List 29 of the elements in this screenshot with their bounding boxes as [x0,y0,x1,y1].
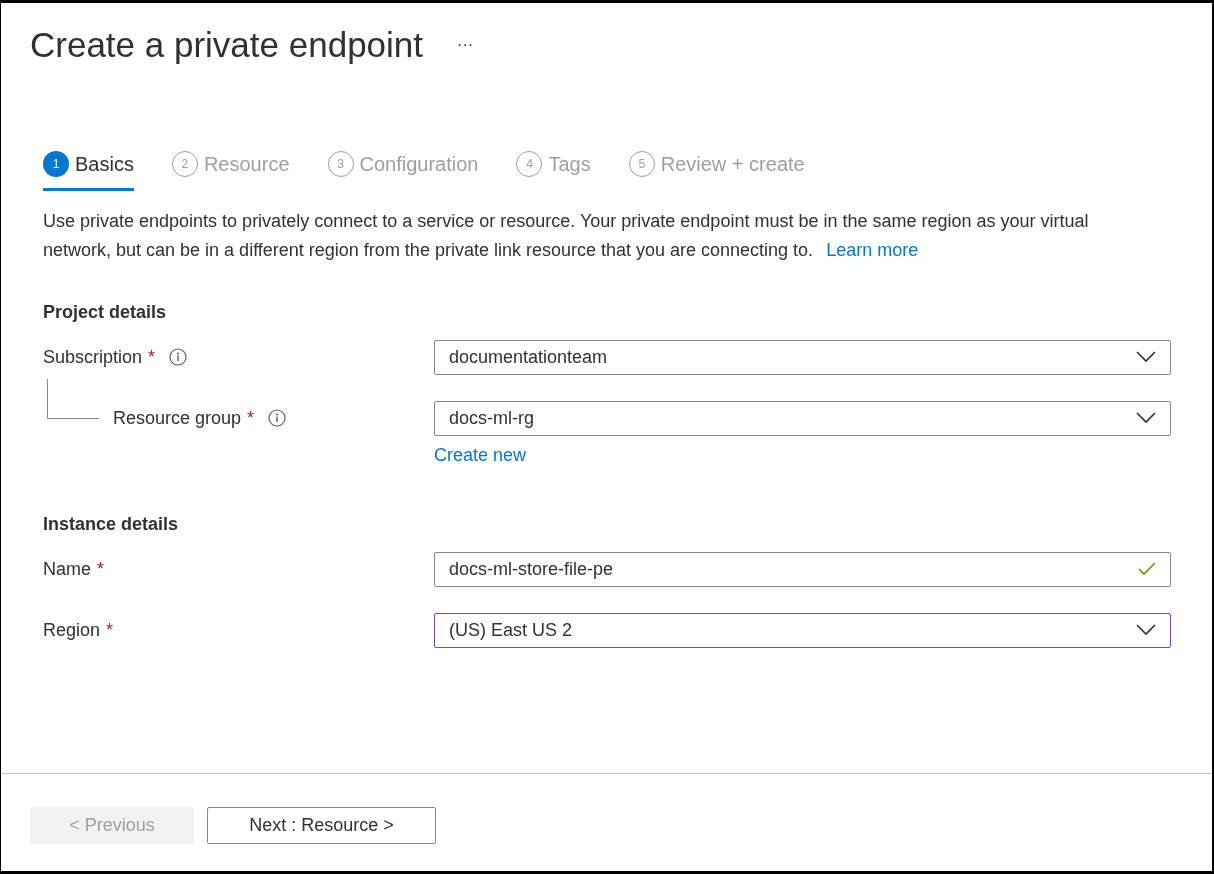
required-asterisk: * [97,557,105,581]
info-icon [169,348,188,366]
wizard-tab[interactable]: 1 Basics [43,148,134,191]
dropdown-field[interactable]: (US) East US 2 [434,612,1171,648]
chevron-down-icon [1136,351,1156,363]
field-label: Resource group [113,406,242,430]
dropdown-field[interactable]: docs-ml-rg [434,400,1171,436]
more-menu-button[interactable]: ··· [457,33,474,58]
create-new-link[interactable]: Create new [434,441,1171,469]
checkmark-icon [1138,562,1156,576]
section-heading: Project details [43,300,168,324]
dropdown-field[interactable]: documentationteam [434,339,1171,375]
chevron-down-icon [1136,412,1156,424]
tree-connector [47,378,99,419]
next-button[interactable]: Next : Resource > [207,807,436,844]
input-field[interactable]: docs-ml-store-file-pe [434,551,1171,587]
learn-more-link[interactable]: Learn more [826,239,919,260]
field-label: Name [43,557,91,581]
info-icon [268,409,287,427]
field-label: Region [43,618,101,642]
chevron-down-icon [1136,624,1156,636]
page-title: Create a private endpoint [30,24,424,66]
required-asterisk: * [247,406,255,430]
required-asterisk: * [148,345,156,369]
field-label: Subscription [43,345,143,369]
step-number: 1 [43,150,69,177]
required-asterisk: * [106,618,114,642]
section-heading: Instance details [43,512,180,536]
description-text: Use private endpoints to privately connect to a service or resource. Your private endpoint must be in the same region as your virtual network, but can be in a different region from the private link resource that you are connecting to. Learn more [42,209,1090,262]
